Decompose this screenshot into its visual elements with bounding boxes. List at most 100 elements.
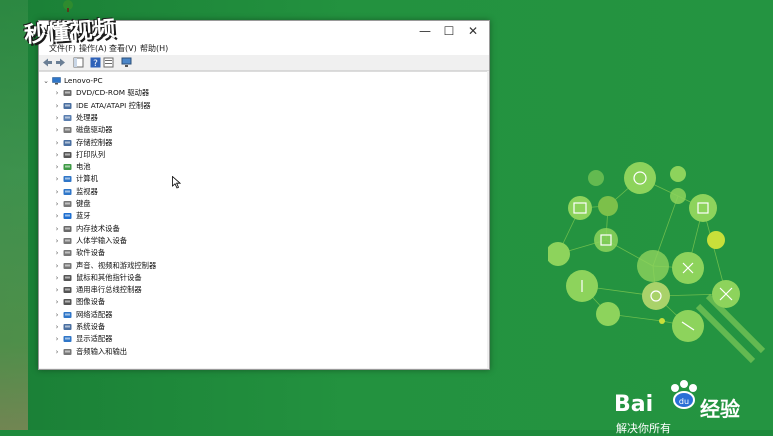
chevron-right-icon[interactable]: › — [53, 137, 61, 149]
help-icon[interactable]: ? — [90, 57, 101, 68]
chevron-right-icon[interactable]: › — [53, 223, 61, 235]
lightbulb-illustration — [548, 162, 766, 364]
tree-item[interactable]: › 存储控制器 — [39, 137, 479, 149]
tree-item[interactable]: › DVD/CD-ROM 驱动器 — [39, 87, 479, 99]
minimize-button[interactable]: — — [415, 23, 435, 39]
menu-view[interactable]: 查看(V) — [109, 43, 137, 54]
tree-item-label: 声音、视频和游戏控制器 — [76, 260, 157, 270]
tree-item[interactable]: › 人体学输入设备 — [39, 235, 479, 247]
chevron-right-icon[interactable]: › — [53, 112, 61, 124]
tree-item[interactable]: › 音频输入和输出 — [39, 346, 479, 358]
mouse-cursor-icon — [172, 176, 181, 189]
mouse-icon — [63, 274, 72, 281]
chevron-right-icon[interactable]: › — [53, 309, 61, 321]
chevron-right-icon[interactable]: › — [53, 161, 61, 173]
imaging-device-icon — [63, 299, 72, 306]
monitor-icon — [63, 188, 72, 195]
device-tree: ⌄ Lenovo-PC › DVD/CD-ROM 驱动器 › IDE ATA/ATAPI … — [39, 71, 487, 368]
maximize-button[interactable]: ☐ — [439, 23, 459, 39]
display-adapter-icon — [63, 336, 72, 343]
chevron-right-icon[interactable]: › — [53, 272, 61, 284]
tree-item-label: 人体学输入设备 — [76, 235, 128, 245]
chevron-right-icon[interactable]: › — [53, 186, 61, 198]
tree-item[interactable]: › 图像设备 — [39, 296, 479, 308]
tree-item[interactable]: › 内存技术设备 — [39, 223, 479, 235]
chevron-right-icon[interactable]: › — [53, 149, 61, 161]
disk-drive-icon — [63, 127, 72, 134]
chevron-down-icon[interactable]: ⌄ — [42, 75, 50, 87]
tree-item-label: 监视器 — [76, 186, 98, 196]
tree-item[interactable]: › 蓝牙 — [39, 210, 479, 222]
chevron-right-icon[interactable]: › — [53, 235, 61, 247]
close-button[interactable]: ✕ — [463, 23, 483, 39]
tree-item[interactable]: › 显示适配器 — [39, 333, 479, 345]
tree-item-label: 网络适配器 — [76, 309, 113, 319]
tree-item-label: 蓝牙 — [76, 211, 91, 221]
tree-item[interactable]: › 键盘 — [39, 198, 479, 210]
tree-root-label: Lenovo-PC — [64, 76, 103, 85]
bluetooth-icon — [63, 213, 72, 220]
tree-item-label: 磁盘驱动器 — [76, 125, 113, 135]
chevron-right-icon[interactable]: › — [53, 247, 61, 259]
tree-item[interactable]: › 网络适配器 — [39, 309, 479, 321]
tree-item[interactable]: › 通用串行总线控制器 — [39, 284, 479, 296]
chevron-right-icon[interactable]: › — [53, 87, 61, 99]
tree-item-label: 电池 — [76, 162, 91, 172]
tree-item-label: 显示适配器 — [76, 334, 113, 344]
scan-hardware-icon[interactable] — [121, 57, 132, 68]
tree-item[interactable]: › 处理器 — [39, 112, 479, 124]
tree-item-label: DVD/CD-ROM 驱动器 — [76, 88, 150, 98]
tree-item-label: 内存技术设备 — [76, 223, 120, 233]
tree-item-label: 打印队列 — [76, 149, 106, 159]
tree-item-label: 存储控制器 — [76, 137, 113, 147]
jingyan-brand-text: 经验 — [700, 397, 740, 421]
tree-root[interactable]: ⌄ Lenovo-PC — [39, 75, 479, 87]
properties-icon[interactable] — [103, 57, 114, 68]
chevron-right-icon[interactable]: › — [53, 321, 61, 333]
device-manager-window: — ☐ ✕ 文件(F) 操作(A) 查看(V) 帮助(H) ? ⌄ Lenovo-… — [38, 20, 490, 370]
baidu-brand-text: Bai — [614, 392, 654, 417]
tree-item[interactable]: › 磁盘驱动器 — [39, 124, 479, 136]
hid-icon — [63, 237, 72, 244]
chevron-right-icon[interactable]: › — [53, 173, 61, 185]
chevron-right-icon[interactable]: › — [53, 124, 61, 136]
tree-logo-icon — [63, 0, 73, 12]
tree-item-label: 音频输入和输出 — [76, 346, 128, 356]
chevron-right-icon[interactable]: › — [53, 198, 61, 210]
chevron-right-icon[interactable]: › — [53, 260, 61, 272]
chevron-right-icon[interactable]: › — [53, 100, 61, 112]
tree-item-label: 图像设备 — [76, 297, 106, 307]
brand-slogan: 解决你所有 — [616, 422, 671, 435]
tree-item-label: IDE ATA/ATAPI 控制器 — [76, 100, 151, 110]
chevron-right-icon[interactable]: › — [53, 346, 61, 358]
storage-controller-icon — [63, 139, 72, 146]
system-device-icon — [63, 324, 72, 330]
chevron-right-icon[interactable]: › — [53, 284, 61, 296]
tree-item[interactable]: › 计算机 — [39, 173, 479, 185]
tree-item[interactable]: › 系统设备 — [39, 321, 479, 333]
baidu-du-text: du — [679, 397, 689, 406]
forward-arrow-icon[interactable] — [55, 57, 66, 68]
chevron-right-icon[interactable]: › — [53, 210, 61, 222]
tree-item-label: 计算机 — [76, 174, 98, 184]
tree-item[interactable]: › 打印队列 — [39, 149, 479, 161]
tree-item[interactable]: › 电池 — [39, 161, 479, 173]
tree-item-label: 系统设备 — [76, 322, 106, 331]
audio-icon — [63, 262, 72, 269]
usb-icon — [63, 287, 72, 294]
tree-item[interactable]: › 监视器 — [39, 186, 479, 198]
tree-item[interactable]: › IDE ATA/ATAPI 控制器 — [39, 100, 479, 112]
battery-icon — [63, 164, 72, 171]
tree-item-label: 软件设备 — [76, 248, 106, 258]
tree-item-label: 鼠标和其他指针设备 — [76, 272, 142, 282]
chevron-right-icon[interactable]: › — [53, 333, 61, 345]
tree-item[interactable]: › 软件设备 — [39, 247, 479, 259]
processor-icon — [63, 114, 72, 121]
back-arrow-icon[interactable] — [42, 57, 53, 68]
show-hide-tree-icon[interactable] — [73, 57, 84, 68]
tree-item[interactable]: › 声音、视频和游戏控制器 — [39, 260, 479, 272]
tree-item[interactable]: › 鼠标和其他指针设备 — [39, 272, 479, 284]
svg-text:?: ? — [93, 59, 98, 68]
chevron-right-icon[interactable]: › — [53, 296, 61, 308]
menu-help[interactable]: 帮助(H) — [140, 43, 168, 54]
